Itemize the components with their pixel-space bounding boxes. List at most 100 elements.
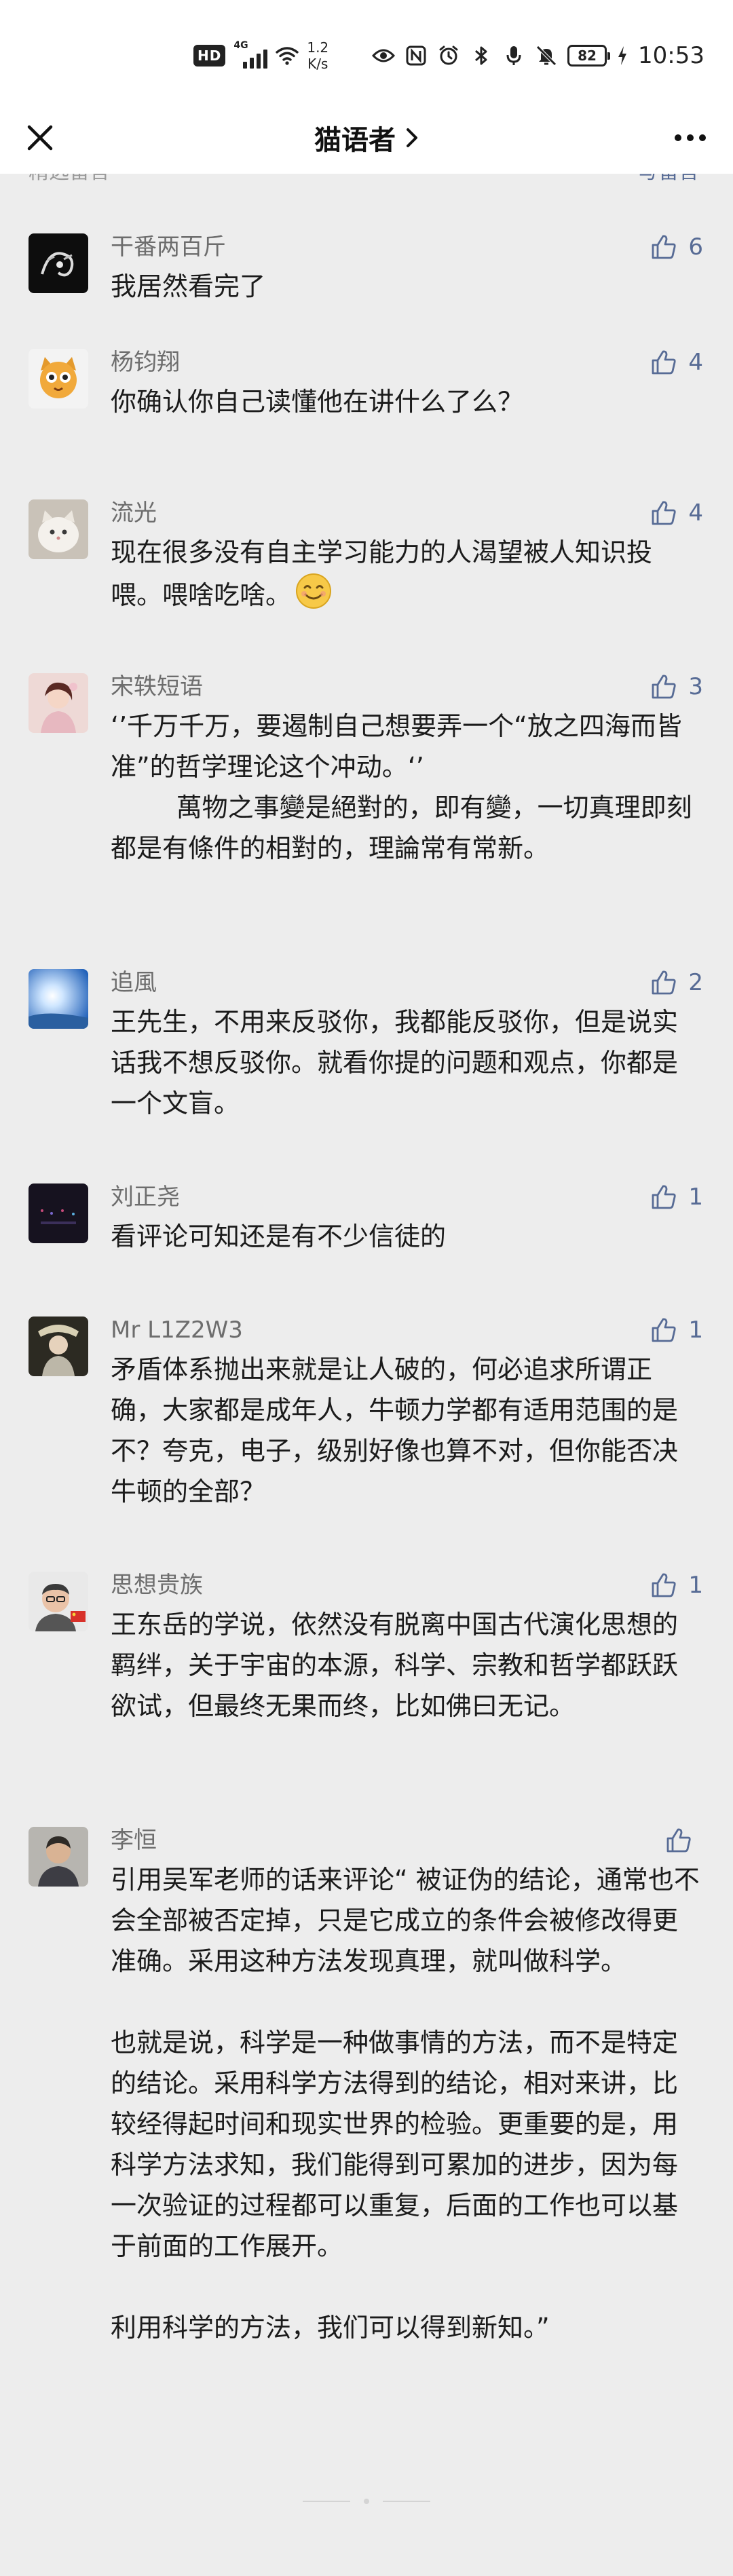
bluetooth-icon — [470, 44, 493, 67]
comment-content: ‘’千万千万，要遏制自己想要弄一个“放之四海而皆准”的哲学理论这个冲动。‘’ 萬… — [111, 711, 692, 863]
chevron-right-icon — [407, 128, 417, 147]
comment-nickname: 杨钧翔 — [111, 349, 180, 376]
comment-content: 看评论可知还是有不少信徒的 — [111, 1221, 447, 1251]
avatar-white-cat-icon — [29, 499, 88, 559]
comment-content: 王先生，不用来反驳你，我都能反驳你，但是说实话我不想反驳你。就看你提的问题和观点… — [111, 1007, 679, 1118]
divider-line — [383, 2501, 430, 2502]
battery-icon: 82 — [567, 45, 611, 67]
cellular-signal-icon: 4G — [233, 40, 268, 69]
avatar-dark-emblem-icon — [29, 233, 88, 293]
comment-content: 我居然看完了 — [111, 271, 266, 301]
comment-nickname: 宋轶短语 — [111, 673, 203, 700]
divider-line — [303, 2501, 350, 2502]
status-left-icons: HD 4G 1.2 K/s — [193, 35, 328, 76]
like-button[interactable]: 4 — [650, 497, 703, 529]
like-button[interactable]: 1 — [650, 1569, 703, 1602]
comment-nickname: 追風 — [111, 969, 157, 996]
network-speed-value: 1.2 — [307, 39, 329, 56]
comment-nickname: 思想贵族 — [111, 1572, 203, 1599]
thumbs-up-icon — [666, 1828, 691, 1853]
avatar-woman-portrait-icon — [29, 673, 88, 733]
comment-text: 现在很多没有自主学习能力的人渴望被人知识投喂。喂啥吃啥。 — [111, 537, 653, 610]
smile-emoji-icon — [295, 573, 332, 621]
like-button[interactable] — [665, 1824, 703, 1857]
comment-content: 引用吴军老师的话来评论“ 被证伪的结论，通常也不会全部被否定掉，只是它成立的条件… — [111, 1865, 700, 2343]
avatar[interactable] — [29, 233, 88, 293]
thumbs-up-icon — [652, 970, 677, 995]
eye-icon — [372, 44, 396, 67]
divider-dot — [364, 2499, 369, 2504]
more-icon-dot — [687, 134, 694, 141]
wifi-icon — [276, 44, 299, 67]
like-count: 1 — [688, 1183, 703, 1211]
comment-nickname: 刘正尧 — [111, 1183, 180, 1211]
like-count: 3 — [688, 673, 703, 700]
avatar[interactable] — [29, 1572, 88, 1631]
charging-icon — [616, 44, 628, 67]
hd-badge: HD — [193, 45, 226, 67]
like-button[interactable]: 2 — [650, 966, 703, 999]
avatar-man-glasses-flag-icon — [29, 1572, 88, 1631]
status-bar: HD 4G 1.2 K/s 82 10:53 — [0, 0, 733, 102]
comment-nickname: 干番两百斤 — [111, 233, 226, 261]
network-speed: 1.2 K/s — [307, 39, 328, 72]
like-count: 4 — [688, 349, 703, 376]
thumbs-up-icon — [652, 350, 677, 375]
end-of-list-divider — [0, 2495, 733, 2508]
thumbs-up-icon — [652, 1573, 677, 1597]
avatar[interactable] — [29, 499, 88, 559]
avatar[interactable] — [29, 673, 88, 733]
nav-bar-overlay: 猫语者 — [0, 102, 733, 174]
comment-item: 追風 2 王先生，不用来反驳你，我都能反驳你，但是说实话我不想反驳你。就看你提的… — [0, 939, 733, 1154]
comment-item: 李恒 引用吴军老师的话来评论“ 被证伪的结论，通常也不会全部被否定掉，只是它成立… — [0, 1797, 733, 2421]
thumbs-up-icon — [652, 501, 677, 525]
account-title[interactable]: 猫语者 — [0, 102, 733, 174]
avatar[interactable] — [29, 969, 88, 1029]
network-speed-unit: K/s — [307, 56, 328, 72]
avatar-blue-sky-icon — [29, 969, 88, 1029]
comment-content: 现在很多没有自主学习能力的人渴望被人知识投喂。喂啥吃啥。 — [111, 521, 703, 621]
comment-nickname: Mr L1Z2W3 — [111, 1317, 243, 1344]
comment-item: 思想贵族 1 王东岳的学说，依然没有脱离中国古代演化思想的羁绊，关于宇宙的本源，… — [0, 1542, 733, 1797]
comment-item: 杨钧翔 4 你确认你自己读懂他在讲什么了么？ — [0, 319, 733, 470]
account-name: 猫语者 — [314, 125, 396, 156]
comment-item: 流光 4 现在很多没有自主学习能力的人渴望被人知识投喂。喂啥吃啥。 — [0, 470, 733, 643]
avatar[interactable] — [29, 349, 88, 409]
like-button[interactable]: 1 — [650, 1314, 703, 1346]
thumbs-up-icon — [652, 1318, 677, 1342]
more-icon — [675, 134, 681, 141]
like-button[interactable]: 6 — [650, 231, 703, 263]
comment-item: 宋轶短语 3 ‘’千万千万，要遏制自己想要弄一个“放之四海而皆准”的哲学理论这个… — [0, 643, 733, 939]
avatar-man-portrait-icon — [29, 1827, 88, 1887]
alarm-icon — [437, 44, 460, 67]
like-count: 1 — [688, 1572, 703, 1599]
thumbs-up-icon — [652, 675, 677, 699]
comment-content: 你确认你自己读懂他在讲什么了么？ — [111, 387, 524, 417]
like-count: 4 — [688, 499, 703, 527]
like-count: 6 — [688, 233, 703, 261]
nfc-icon — [405, 44, 428, 67]
more-button[interactable] — [668, 115, 713, 160]
comment-item: Mr L1Z2W3 1 矛盾体系抛出来就是让人破的，何必追求所谓正确，大家都是成… — [0, 1287, 733, 1542]
clock: 10:53 — [638, 42, 704, 69]
avatar-dark-stage-icon — [29, 1183, 88, 1243]
like-count: 2 — [688, 969, 703, 996]
like-count: 1 — [688, 1317, 703, 1344]
avatar-cartoon-cat-icon — [29, 349, 88, 409]
thumbs-up-icon — [652, 235, 677, 259]
comment-item: 干番两百斤 6 我居然看完了 — [0, 204, 733, 319]
comment-item: 刘正尧 1 看评论可知还是有不少信徒的 — [0, 1154, 733, 1287]
like-button[interactable]: 3 — [650, 670, 703, 703]
comment-nickname: 流光 — [111, 499, 157, 527]
comment-list: 干番两百斤 6 我居然看完了 杨钧翔 4 你确认你自己读懂他在讲什么了么？ 流光… — [0, 204, 733, 2421]
comment-content: 矛盾体系抛出来就是让人破的，何必追求所谓正确，大家都是成年人，牛顿力学都有适用范… — [111, 1355, 679, 1507]
thumbs-up-icon — [652, 1185, 677, 1209]
like-button[interactable]: 1 — [650, 1181, 703, 1213]
microphone-icon — [502, 44, 525, 67]
avatar[interactable] — [29, 1827, 88, 1887]
status-right-icons: 82 10:53 — [372, 35, 704, 76]
avatar[interactable] — [29, 1183, 88, 1243]
like-button[interactable]: 4 — [650, 346, 703, 379]
avatar[interactable] — [29, 1317, 88, 1376]
mute-bell-icon — [535, 44, 558, 67]
